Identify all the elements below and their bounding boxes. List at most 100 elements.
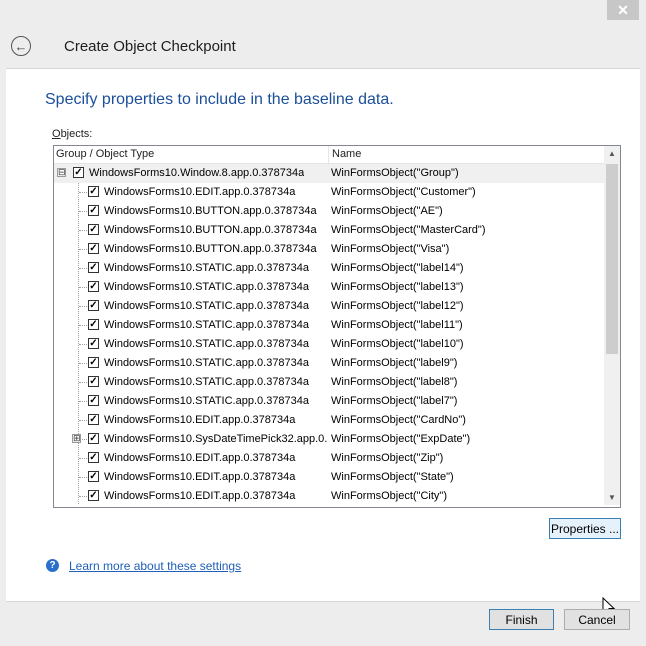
checkmark-icon: ✓ — [89, 470, 98, 482]
tree-row[interactable]: ✓ WindowsForms10.STATIC.app.0.378734a WinF… — [54, 392, 604, 411]
tree-connector-line — [79, 249, 87, 250]
row-type: WindowsForms10.STATIC.app.0.378734a — [104, 338, 310, 350]
column-header-type[interactable]: Group / Object Type — [56, 148, 154, 160]
row-checkbox[interactable]: ✓ — [88, 414, 99, 425]
row-checkbox[interactable]: ✓ — [88, 471, 99, 482]
content-panel: Specify properties to include in the bas… — [6, 68, 640, 616]
tree-connector-line — [79, 211, 87, 212]
objects-label-accelerator: O — [52, 128, 61, 140]
checkmark-icon: ✓ — [74, 166, 83, 178]
tree-row[interactable]: ✓ WindowsForms10.STATIC.app.0.378734a WinF… — [54, 316, 604, 335]
row-name: WinFormsObject("AE") — [331, 205, 443, 217]
tree-row[interactable]: ✓ WindowsForms10.EDIT.app.0.378734a WinFor… — [54, 487, 604, 506]
tree-connector-line — [79, 287, 87, 288]
checkmark-icon: ✓ — [89, 242, 98, 254]
tree-connector-line — [79, 382, 87, 383]
row-type: WindowsForms10.BUTTON.app.0.378734a — [104, 224, 317, 236]
row-checkbox[interactable]: ✓ — [88, 243, 99, 254]
help-icon: ? — [46, 559, 59, 572]
row-name: WinFormsObject("label8") — [331, 376, 458, 388]
properties-button[interactable]: Properties ... — [549, 518, 621, 539]
tree-row[interactable]: ✓ WindowsForms10.STATIC.app.0.378734a WinF… — [54, 297, 604, 316]
tree-row[interactable]: ✓ WindowsForms10.STATIC.app.0.378734a WinF… — [54, 335, 604, 354]
learn-more-link[interactable]: Learn more about these settings — [69, 559, 241, 573]
column-separator[interactable] — [328, 146, 329, 163]
expand-icon[interactable]: ⊞ — [72, 434, 81, 443]
vertical-scrollbar[interactable]: ▲ ▼ — [604, 146, 620, 505]
row-name: WinFormsObject("label9") — [331, 357, 458, 369]
row-checkbox[interactable]: ✓ — [88, 262, 99, 273]
tree-row[interactable]: ✓ WindowsForms10.EDIT.app.0.378734a WinFor… — [54, 411, 604, 430]
tree-connector-line — [79, 496, 87, 497]
tree-connector-line — [79, 458, 87, 459]
tree-connector-line — [79, 420, 87, 421]
row-name: WinFormsObject("label13") — [331, 281, 464, 293]
row-checkbox[interactable]: ✓ — [88, 186, 99, 197]
back-arrow-icon: ← — [14, 38, 28, 54]
collapse-icon[interactable]: ⊟ — [57, 168, 66, 177]
row-checkbox[interactable]: ✓ — [88, 224, 99, 235]
tree-row[interactable]: ✓ WindowsForms10.EDIT.app.0.378734a WinFor… — [54, 449, 604, 468]
row-checkbox[interactable]: ✓ — [88, 319, 99, 330]
tree-connector-line — [79, 325, 87, 326]
checkmark-icon: ✓ — [89, 223, 98, 235]
row-name: WinFormsObject("CardNo") — [331, 414, 466, 426]
row-checkbox[interactable]: ✓ — [88, 490, 99, 501]
tree-row[interactable]: ✓ WindowsForms10.EDIT.app.0.378734a WinFor… — [54, 468, 604, 487]
row-type: WindowsForms10.EDIT.app.0.378734a — [104, 452, 296, 464]
dialog-title: Create Object Checkpoint — [64, 38, 236, 55]
back-button[interactable]: ← — [11, 36, 31, 56]
tree-row[interactable]: ✓ WindowsForms10.STATIC.app.0.378734a WinF… — [54, 259, 604, 278]
objects-tree[interactable]: Group / Object Type Name ⊟ ✓ WindowsForm… — [53, 145, 621, 508]
row-checkbox[interactable]: ✓ — [88, 395, 99, 406]
tree-row[interactable]: ✓ WindowsForms10.BUTTON.app.0.378734a WinF… — [54, 240, 604, 259]
checkmark-icon: ✓ — [89, 337, 98, 349]
tree-row[interactable]: ✓ WindowsForms10.EDIT.app.0.378734a WinFor… — [54, 183, 604, 202]
row-name: WinFormsObject("MasterCard") — [331, 224, 486, 236]
row-checkbox[interactable]: ✓ — [88, 452, 99, 463]
tree-row[interactable]: ✓ WindowsForms10.BUTTON.app.0.378734a WinF… — [54, 202, 604, 221]
checkmark-icon: ✓ — [89, 394, 98, 406]
row-checkbox[interactable]: ✓ — [88, 205, 99, 216]
tree-row[interactable]: ✓ WindowsForms10.STATIC.app.0.378734a WinF… — [54, 278, 604, 297]
cancel-button[interactable]: Cancel — [564, 609, 630, 630]
checkmark-icon: ✓ — [89, 185, 98, 197]
row-type: WindowsForms10.BUTTON.app.0.378734a — [104, 205, 317, 217]
tree-row[interactable]: ✓ WindowsForms10.STATIC.app.0.378734a WinF… — [54, 373, 604, 392]
checkmark-icon: ✓ — [89, 489, 98, 501]
tree-row[interactable]: ✓ WindowsForms10.BUTTON.app.0.378734a WinF… — [54, 221, 604, 240]
row-name: WinFormsObject("Group") — [331, 167, 459, 179]
row-checkbox[interactable]: ✓ — [88, 376, 99, 387]
row-type: WindowsForms10.Window.8.app.0.378734a — [89, 167, 305, 179]
row-name: WinFormsObject("Customer") — [331, 186, 476, 198]
checkmark-icon: ✓ — [89, 451, 98, 463]
scroll-up-icon[interactable]: ▲ — [608, 149, 616, 158]
row-name: WinFormsObject("Zip") — [331, 452, 444, 464]
row-checkbox[interactable]: ✓ — [88, 433, 99, 444]
row-name: WinFormsObject("label7") — [331, 395, 458, 407]
tree-connector-line — [79, 477, 87, 478]
finish-button[interactable]: Finish — [489, 609, 554, 630]
scrollbar-thumb[interactable] — [606, 164, 618, 354]
objects-label: Objects: — [52, 128, 92, 140]
row-type: WindowsForms10.BUTTON.app.0.378734a — [104, 243, 317, 255]
tree-root-row[interactable]: ⊟ ✓ WindowsForms10.Window.8.app.0.378734… — [54, 164, 604, 183]
row-checkbox[interactable]: ✓ — [88, 357, 99, 368]
root-checkbox[interactable]: ✓ — [73, 167, 84, 178]
column-header-name[interactable]: Name — [332, 148, 361, 160]
tree-row[interactable]: ⊞ ✓ WindowsForms10.SysDateTimePick32.app.0… — [54, 430, 604, 449]
checkmark-icon: ✓ — [89, 318, 98, 330]
row-type: WindowsForms10.STATIC.app.0.378734a — [104, 357, 310, 369]
row-type: WindowsForms10.EDIT.app.0.378734a — [104, 414, 296, 426]
close-icon: ✕ — [617, 1, 629, 18]
checkmark-icon: ✓ — [89, 280, 98, 292]
row-checkbox[interactable]: ✓ — [88, 300, 99, 311]
close-button[interactable]: ✕ — [607, 0, 639, 20]
row-checkbox[interactable]: ✓ — [88, 281, 99, 292]
row-checkbox[interactable]: ✓ — [88, 338, 99, 349]
objects-label-text: bjects: — [60, 128, 93, 140]
page-heading: Specify properties to include in the bas… — [45, 91, 394, 108]
scroll-down-icon[interactable]: ▼ — [608, 493, 616, 502]
row-type: WindowsForms10.STATIC.app.0.378734a — [104, 376, 310, 388]
tree-row[interactable]: ✓ WindowsForms10.STATIC.app.0.378734a WinF… — [54, 354, 604, 373]
